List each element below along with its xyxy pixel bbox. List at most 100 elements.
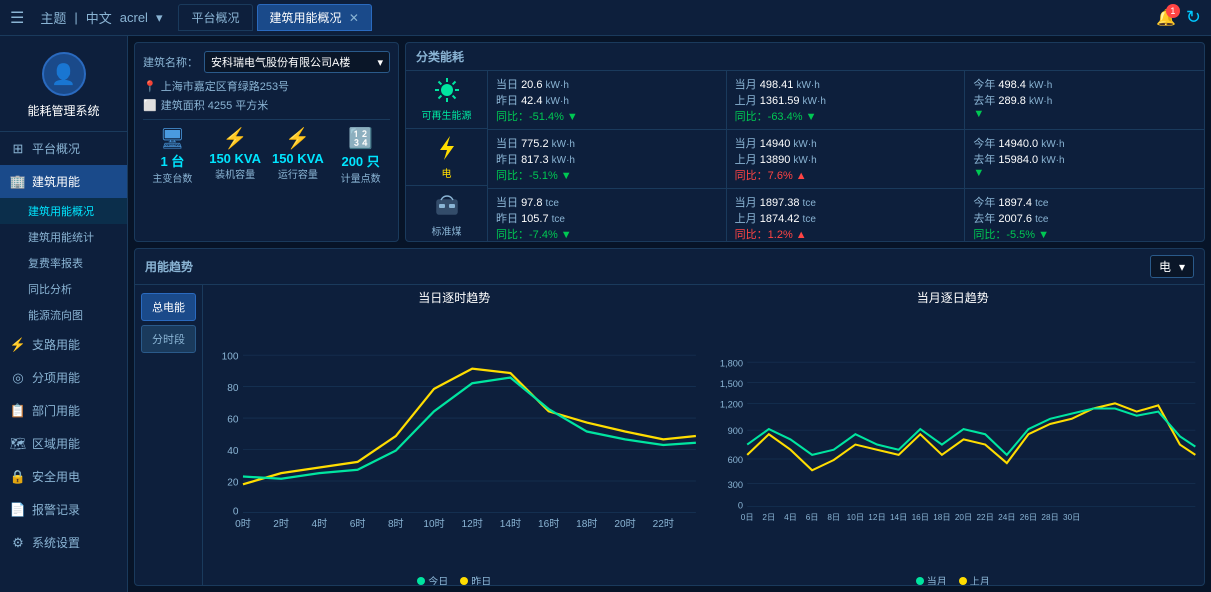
dept-icon: 📋 (10, 403, 26, 419)
svg-text:10时: 10时 (423, 518, 444, 530)
menu-icon[interactable]: ☰ (10, 8, 24, 28)
svg-text:40: 40 (227, 446, 239, 457)
svg-text:0时: 0时 (235, 518, 251, 530)
svg-text:30日: 30日 (1063, 513, 1080, 522)
settings-icon: ⚙ (10, 535, 26, 551)
area-label: 区域用能 (32, 435, 80, 452)
stat-label-2: 运行容量 (269, 166, 328, 181)
tab-platform[interactable]: 平台概况 (178, 4, 252, 31)
sidebar-item-safety[interactable]: 🔒 安全用电 (0, 460, 127, 493)
svg-text:80: 80 (227, 383, 239, 394)
address-text: 上海市嘉定区育绿路253号 (161, 78, 289, 94)
stat-value-0: 1 台 (143, 151, 202, 170)
stat-value-2: 150 KVA (269, 151, 328, 166)
dept-label: 部门用能 (32, 402, 80, 419)
energy-type-electric: 电 (406, 129, 487, 187)
sidebar-item-building[interactable]: 🏢 建筑用能 (0, 165, 127, 198)
sidebar-item-report[interactable]: 📄 报警记录 (0, 493, 127, 526)
solar-month-cell: 当月 498.41 kW·h 上月 1361.59 kW·h 同比：-63.4%… (727, 71, 966, 129)
chart-monthly-svg: 1,800 1,500 1,200 900 600 300 0 (706, 308, 1201, 571)
svg-text:2时: 2时 (273, 518, 289, 530)
area-icon: ⬜ (143, 99, 157, 112)
svg-text:4日: 4日 (784, 513, 797, 522)
svg-text:1,200: 1,200 (719, 399, 742, 409)
chart-monthly-title: 当月逐日趋势 (706, 289, 1201, 306)
lang-value: 中文 (86, 8, 112, 27)
sub-overview-label: 建筑用能概况 (28, 203, 94, 219)
stat-block-1: ⚡ 150 KVA 装机容量 (206, 126, 265, 185)
trend-select[interactable]: 电 ▾ (1150, 255, 1194, 278)
sidebar-sub-stats[interactable]: 建筑用能统计 (0, 224, 127, 250)
sub-flow-label: 能源流向图 (28, 307, 83, 323)
svg-text:8时: 8时 (388, 518, 404, 530)
branch-label: 支路用能 (32, 336, 80, 353)
sidebar-nav: ⊞ 平台概况 🏢 建筑用能 建筑用能概况 建筑用能统计 复费率报表 同比分析 能… (0, 132, 127, 592)
tab-building-energy[interactable]: 建筑用能概况 ✕ (257, 4, 372, 31)
coal-year-cell: 今年 1897.4 tce 去年 2007.6 tce 同比：-5.5% ▼ (965, 189, 1204, 242)
report-label: 报警记录 (32, 501, 80, 518)
building-label: 建筑用能 (32, 173, 80, 190)
solar-name: 可再生能源 (422, 107, 472, 122)
chart-monthly-legend: 当月 上月 (706, 573, 1201, 585)
trend-select-value: 电 (1159, 258, 1171, 275)
building-select[interactable]: 安科瑞电气股份有限公司A楼 ▾ (204, 51, 390, 73)
sidebar-sub-compare[interactable]: 同比分析 (0, 276, 127, 302)
svg-text:20日: 20日 (954, 513, 971, 522)
sidebar-item-area[interactable]: 🗺 区域用能 (0, 427, 127, 460)
electric-month-cell: 当月 14940 kW·h 上月 13890 kW·h 同比：7.6% ▲ (727, 130, 966, 188)
building-name-row: 建筑名称： 安科瑞电气股份有限公司A楼 ▾ (143, 51, 390, 73)
sidebar-sub-overview[interactable]: 建筑用能概况 (0, 198, 127, 224)
chart-daily-legend: 今日 昨日 (207, 573, 702, 585)
energy-type-solar: 可再生能源 (406, 71, 487, 129)
platform-label: 平台概况 (32, 140, 80, 157)
chart-monthly: 当月逐日趋势 1,800 1,500 1,200 900 600 300 0 (706, 289, 1201, 581)
legend-yesterday: 昨日 (471, 577, 491, 585)
trend-section: 用能趋势 电 ▾ 总电能 分时段 当日逐时趋势 (134, 248, 1205, 586)
building-name-label: 建筑名称： (143, 54, 198, 70)
stat-block-2: ⚡ 150 KVA 运行容量 (269, 126, 328, 185)
bell-button[interactable]: 🔔 1 (1156, 8, 1176, 28)
svg-text:24日: 24日 (998, 513, 1015, 522)
stat-label-3: 计量点数 (331, 170, 390, 185)
branch-icon: ⚡ (10, 337, 26, 353)
sidebar-item-settings[interactable]: ⚙ 系统设置 (0, 526, 127, 559)
btn-total-energy[interactable]: 总电能 (141, 293, 196, 321)
svg-text:12时: 12时 (462, 518, 483, 530)
platform-icon: ⊞ (10, 141, 26, 157)
address-icon: 📍 (143, 80, 157, 93)
sidebar-sub-report[interactable]: 复费率报表 (0, 250, 127, 276)
area-text: 建筑面积 4255 平方米 (161, 97, 269, 113)
category-energy-card: 分类能耗 可再生能源 电 标准煤 (405, 42, 1205, 242)
user-chevron: ▾ (156, 10, 163, 26)
category-title: 分类能耗 (406, 43, 1204, 71)
lang-label: | (74, 10, 77, 25)
stat-label-0: 主变台数 (143, 170, 202, 185)
legend-today: 今日 (428, 577, 448, 585)
sidebar-logo: 👤 能耗管理系统 (0, 36, 127, 132)
svg-text:14日: 14日 (889, 513, 906, 522)
electric-year-cell: 今年 14940.0 kW·h 去年 15984.0 kW·h ▼ (965, 130, 1204, 188)
solar-year-cell: 今年 498.4 kW·h 去年 289.8 kW·h ▼ (965, 71, 1204, 129)
svg-text:14时: 14时 (500, 518, 521, 530)
sidebar-sub-flow[interactable]: 能源流向图 (0, 302, 127, 328)
svg-text:18时: 18时 (576, 518, 597, 530)
safety-icon: 🔒 (10, 469, 26, 485)
building-select-value: 安科瑞电气股份有限公司A楼 (211, 54, 350, 70)
energy-type-column: 可再生能源 电 标准煤 (406, 71, 488, 242)
sidebar-item-branch[interactable]: ⚡ 支路用能 (0, 328, 127, 361)
btn-time-segment[interactable]: 分时段 (141, 325, 196, 353)
coal-name: 标准煤 (432, 223, 462, 238)
refresh-icon[interactable]: ↻ (1186, 7, 1201, 28)
svg-text:6时: 6时 (350, 518, 366, 530)
sidebar-title: 能耗管理系统 (27, 102, 99, 119)
coal-day-cell: 当日 97.8 tce 昨日 105.7 tce 同比：-7.4% ▼ (488, 189, 727, 242)
sidebar-item-platform[interactable]: ⊞ 平台概况 (0, 132, 127, 165)
sidebar: 👤 能耗管理系统 ⊞ 平台概况 🏢 建筑用能 建筑用能概况 建筑用能统计 复费率… (0, 36, 128, 592)
tab-close-icon[interactable]: ✕ (349, 11, 359, 25)
sidebar-item-dept[interactable]: 📋 部门用能 (0, 394, 127, 427)
building-stats: 🖥 1 台 主变台数 ⚡ 150 KVA 装机容量 ⚡ 150 KVA 运行容量 (143, 126, 390, 185)
building-select-chevron: ▾ (377, 56, 383, 69)
svg-text:8日: 8日 (827, 513, 840, 522)
energy-data: 当日 20.6 kW·h 昨日 42.4 kW·h 同比：-51.4% ▼ 当月… (488, 71, 1204, 242)
sidebar-item-category[interactable]: ◎ 分项用能 (0, 361, 127, 394)
